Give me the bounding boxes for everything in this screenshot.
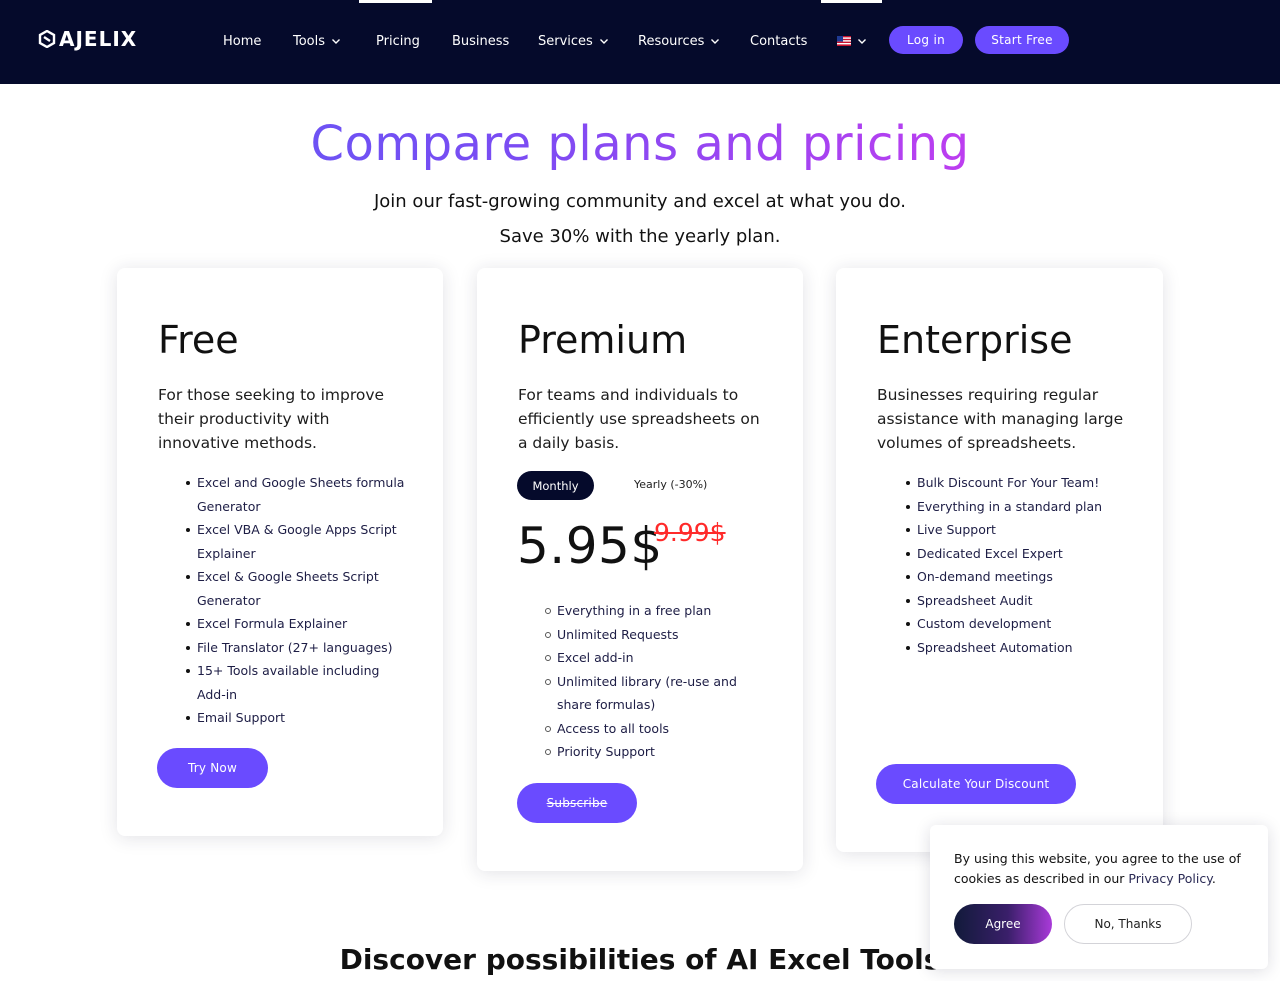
try-now-button[interactable]: Try Now	[157, 748, 268, 788]
privacy-policy-link[interactable]: Privacy Policy	[1128, 871, 1211, 886]
list-item: Unlimited library (re-use and share form…	[545, 670, 757, 717]
list-item: Custom development	[906, 612, 1137, 636]
list-item: Excel VBA & Google Apps Script Explainer	[186, 518, 407, 565]
nav-item-services[interactable]: Services	[538, 31, 609, 51]
nav-item-label: Resources	[638, 33, 705, 49]
chevron-down-icon	[711, 39, 720, 44]
nav-item-contacts[interactable]: Contacts	[750, 31, 807, 51]
nav-item-label: Services	[538, 33, 593, 49]
plan-card-enterprise: Enterprise Businesses requiring regular …	[836, 268, 1163, 852]
page-title-text: Compare plans and pricing	[310, 116, 970, 172]
plan-title: Enterprise	[877, 318, 1073, 362]
list-item: Unlimited Requests	[545, 623, 757, 647]
nav-item-resources[interactable]: Resources	[638, 31, 720, 51]
plan-card-free: Free For those seeking to improve their …	[117, 268, 443, 836]
plan-feature-list: Excel and Google Sheets formula Generato…	[186, 471, 407, 730]
subscribe-button[interactable]: Subscribe	[517, 783, 637, 823]
plan-title: Free	[158, 318, 239, 362]
list-item: On-demand meetings	[906, 565, 1137, 589]
billing-toggle-monthly[interactable]: Monthly	[517, 471, 594, 500]
nav-decoration	[359, 0, 432, 3]
list-item: Everything in a free plan	[545, 599, 757, 623]
plan-price: 5.95$	[517, 517, 663, 575]
no-thanks-button[interactable]: No, Thanks	[1064, 904, 1192, 944]
list-item: Spreadsheet Automation	[906, 636, 1137, 660]
nav-item-label: Contacts	[750, 33, 808, 49]
list-item: Access to all tools	[545, 717, 757, 741]
top-navbar: AJELIX Home Tools Pricing Business Servi…	[0, 0, 1280, 84]
plan-description: For teams and individuals to efficiently…	[518, 386, 760, 452]
billing-toggle-yearly[interactable]: Yearly (-30%)	[634, 478, 707, 491]
cookie-banner: By using this website, you agree to the …	[930, 825, 1268, 969]
start-free-button[interactable]: Start Free	[975, 26, 1069, 54]
list-item: Bulk Discount For Your Team!	[906, 471, 1137, 495]
list-item: Email Support	[186, 706, 407, 730]
list-item: Excel & Google Sheets Script Generator	[186, 565, 407, 612]
nav-item-label: Pricing	[376, 33, 420, 49]
chevron-down-icon	[858, 39, 866, 44]
nav-item-home[interactable]: Home	[223, 31, 261, 51]
plan-description: Businesses requiring regular assistance …	[877, 386, 1124, 452]
logo[interactable]: AJELIX	[38, 27, 137, 51]
login-button[interactable]: Log in	[889, 26, 963, 54]
calculate-discount-button[interactable]: Calculate Your Discount	[876, 764, 1076, 804]
logo-icon	[38, 30, 56, 48]
list-item: Dedicated Excel Expert	[906, 542, 1137, 566]
list-item: Spreadsheet Audit	[906, 589, 1137, 613]
plan-old-price: 9.99$	[654, 518, 726, 547]
cookie-period: .	[1211, 871, 1216, 886]
list-item: Excel Formula Explainer	[186, 612, 407, 636]
list-item: Everything in a standard plan	[906, 495, 1137, 519]
nav-decoration	[821, 0, 882, 3]
plan-feature-list: Bulk Discount For Your Team! Everything …	[906, 471, 1137, 660]
chevron-down-icon	[332, 39, 341, 44]
yearly-savings-note: Save 30% with the yearly plan.	[499, 226, 781, 247]
logo-text: AJELIX	[59, 27, 138, 51]
nav-item-tools[interactable]: Tools	[293, 31, 341, 51]
chevron-down-icon	[599, 39, 608, 44]
nav-item-label: Business	[452, 33, 510, 49]
list-item: Live Support	[906, 518, 1137, 542]
page-title: Compare plans and pricing	[0, 113, 1280, 175]
list-item: Excel and Google Sheets formula Generato…	[186, 471, 407, 518]
plan-card-premium: Premium For teams and individuals to eff…	[477, 268, 803, 871]
language-selector[interactable]	[837, 31, 867, 51]
agree-button[interactable]: Agree	[954, 904, 1052, 944]
plan-description: For those seeking to improve their produ…	[158, 386, 385, 452]
nav-item-pricing[interactable]: Pricing	[376, 31, 420, 51]
list-item: Priority Support	[545, 740, 757, 764]
us-flag-icon	[837, 36, 851, 46]
list-item: File Translator (27+ languages)	[186, 636, 407, 660]
list-item: 15+ Tools available including Add-in	[186, 659, 407, 706]
cookie-message: By using this website, you agree to the …	[954, 849, 1254, 889]
plan-feature-list: Everything in a free plan Unlimited Requ…	[545, 599, 757, 764]
nav-item-label: Tools	[293, 33, 326, 49]
nav-item-label: Home	[223, 33, 262, 49]
page-subtitle: Join our fast-growing community and exce…	[373, 191, 906, 212]
plan-title: Premium	[518, 318, 688, 362]
nav-item-business[interactable]: Business	[452, 31, 509, 51]
list-item: Excel add-in	[545, 646, 757, 670]
